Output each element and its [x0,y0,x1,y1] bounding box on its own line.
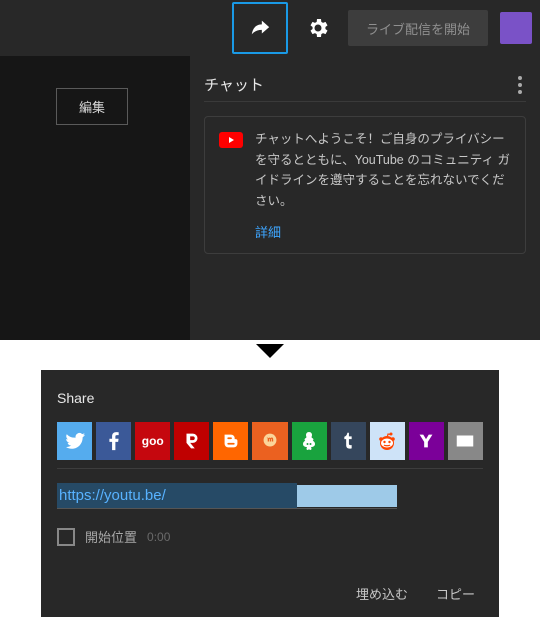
mixi-icon[interactable] [252,422,287,460]
tumblr-icon[interactable] [331,422,366,460]
start-stream-button[interactable]: ライブ配信を開始 [348,10,488,46]
connector-arrow [0,340,540,370]
gear-icon [306,16,330,40]
reddit-icon[interactable] [370,422,405,460]
divider [57,468,483,469]
kebab-icon [518,76,522,94]
chat-welcome-text: チャットへようこそ！ご自身のプライバシーを守るとともに、YouTube のコミュ… [255,129,511,212]
embed-button[interactable]: 埋め込む [356,584,408,603]
rakuten-icon[interactable] [174,422,209,460]
left-pane: 編集 [0,56,190,340]
share-dialog: Share goo [41,370,499,617]
youtube-icon [219,132,243,148]
share-arrow-icon [247,17,273,39]
share-dialog-title: Share [57,390,483,406]
chat-menu-button[interactable] [514,76,526,94]
share-url-text: https://youtu.be/ [57,483,297,508]
settings-button[interactable] [294,4,342,52]
top-panel: ライブ配信を開始 編集 チャット [0,0,540,340]
edit-button[interactable]: 編集 [56,88,128,125]
email-icon[interactable] [448,422,483,460]
share-url-masked-part [297,485,397,507]
chat-learn-more-link[interactable]: 詳細 [255,222,511,241]
share-button[interactable] [232,2,288,54]
blogger-icon[interactable] [213,422,248,460]
toolbar: ライブ配信を開始 [0,0,540,56]
start-at-label: 開始位置 [85,527,137,546]
share-icons-row: goo [57,422,483,460]
chat-panel: チャット チャットへようこそ！ご自身のプライバシーを守るとともに、YouTube… [190,56,540,340]
start-at-checkbox[interactable] [57,528,75,546]
share-url-field[interactable]: https://youtu.be/ [57,483,397,509]
goo-icon[interactable]: goo [135,422,170,460]
twitter-icon[interactable] [57,422,92,460]
yahoo-icon[interactable] [409,422,444,460]
chat-welcome-card: チャットへようこそ！ご自身のプライバシーを守るとともに、YouTube のコミュ… [204,116,526,254]
chat-title: チャット [204,74,264,95]
copy-button[interactable]: コピー [436,584,475,603]
ameba-icon[interactable] [292,422,327,460]
facebook-icon[interactable] [96,422,131,460]
start-at-time: 0:00 [147,530,170,544]
avatar[interactable] [500,12,532,44]
